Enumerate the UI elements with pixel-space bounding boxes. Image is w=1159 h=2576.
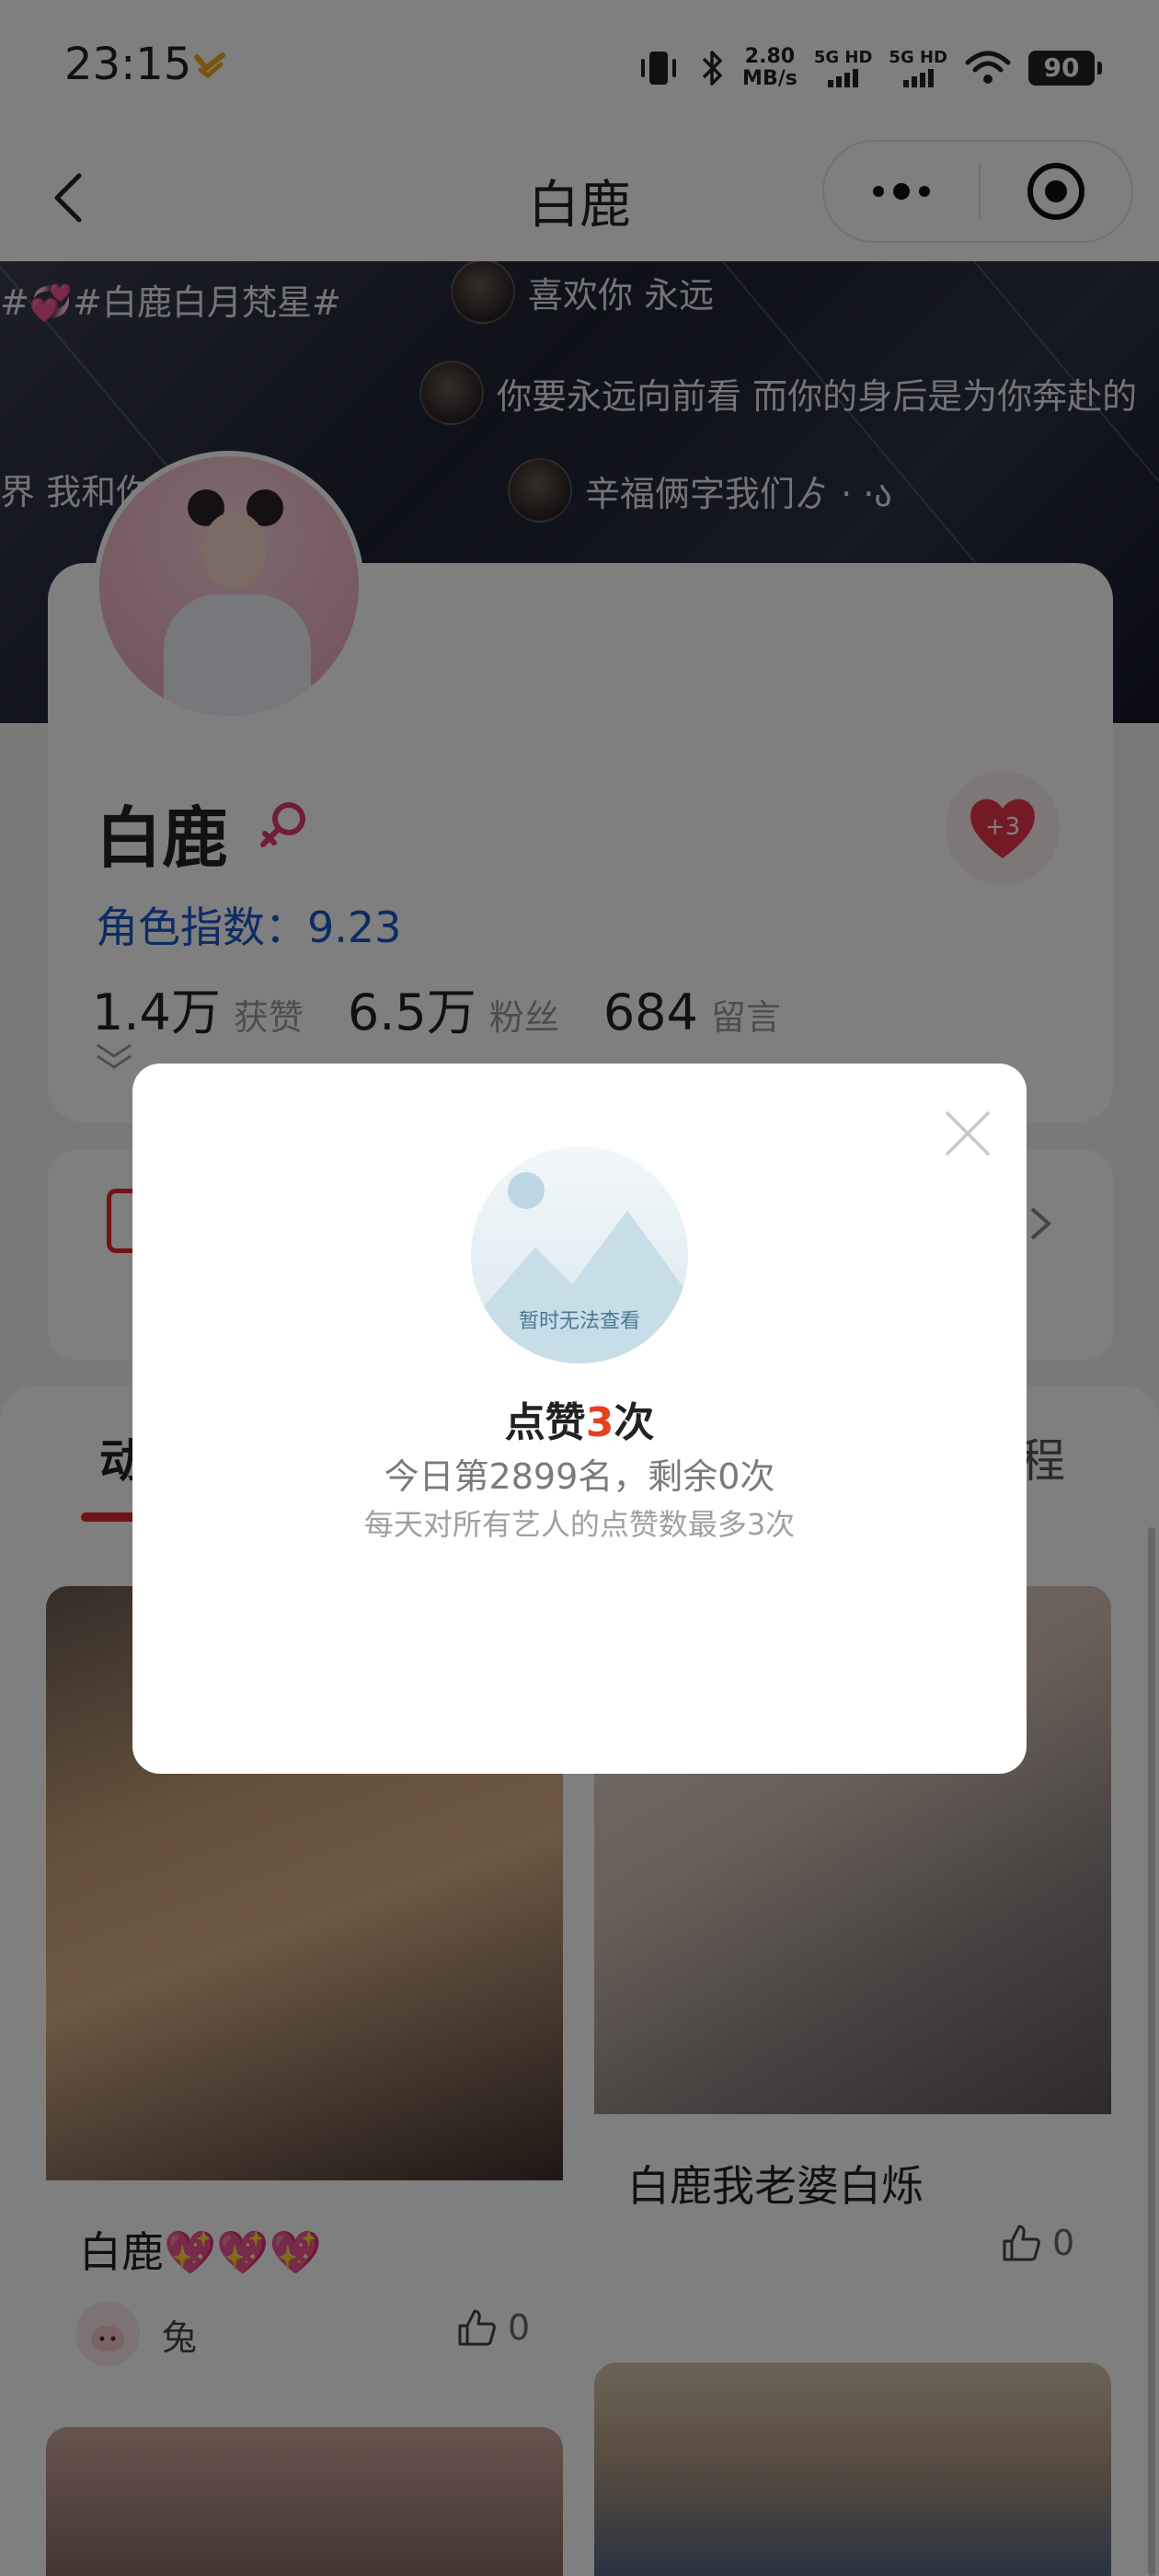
title-count: 3: [585, 1399, 614, 1446]
title-prefix: 点赞: [504, 1399, 586, 1446]
placeholder-text: 暂时无法查看: [518, 1310, 640, 1333]
rank-text: 今日第2899名，剩余0次: [384, 1456, 775, 1497]
limit-text: 每天对所有艺人的点赞数最多3次: [363, 1507, 796, 1542]
image-placeholder: 暂时无法查看: [471, 1146, 688, 1363]
like-result-modal: 暂时无法查看 点赞3次 今日第2899名，剩余0次 每天对所有艺人的点赞数最多3…: [132, 1064, 1027, 1774]
close-icon[interactable]: [944, 1110, 992, 1157]
like-count-title: 点赞3次: [132, 1389, 1027, 1448]
title-suffix: 次: [614, 1399, 655, 1446]
